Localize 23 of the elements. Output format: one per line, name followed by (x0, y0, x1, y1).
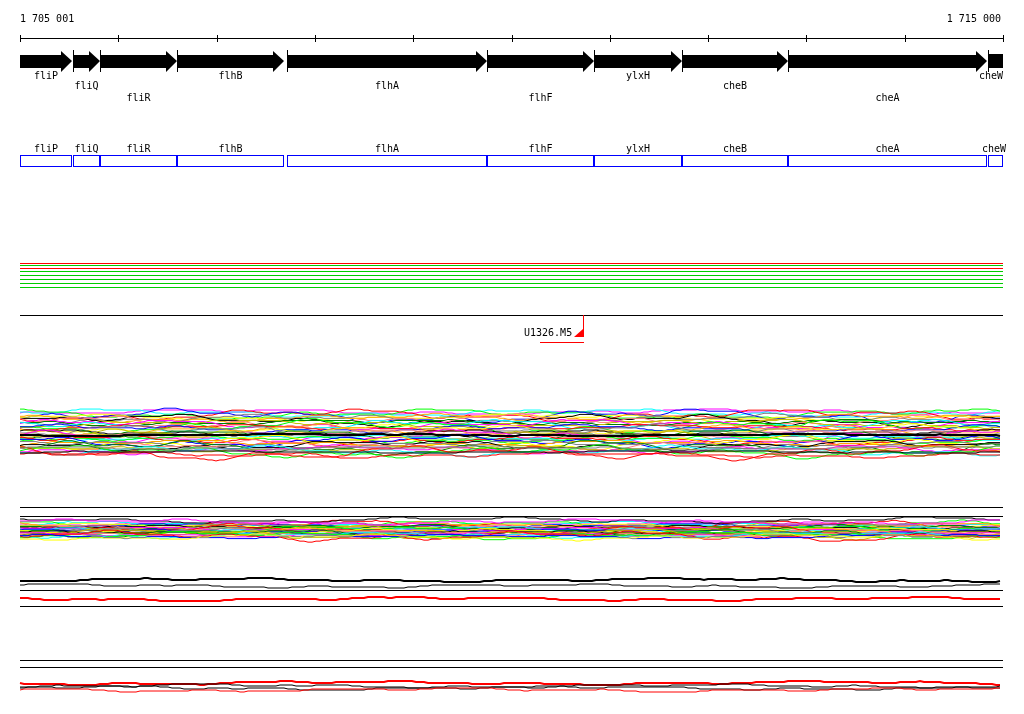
gene-label: cheW (978, 70, 1003, 81)
position-label: 1 705 001 (20, 13, 75, 24)
gene-label: cheA (875, 92, 900, 103)
marker-label: U1326.M5 (524, 327, 573, 338)
gene-label: cheA (875, 143, 900, 154)
gene-label: fliQ (74, 80, 99, 91)
gene-label: flhA (374, 80, 400, 91)
gene-label: flhA (374, 143, 400, 154)
position-label: 1 715 000 (946, 13, 1001, 24)
gene-label: ylxH (625, 70, 651, 81)
gene-label: ylxH (625, 143, 651, 154)
gene-label: fliR (126, 143, 151, 154)
gene-label: flhF (528, 92, 553, 103)
gene-label: cheB (722, 143, 748, 154)
gene-label: fliQ (74, 143, 99, 154)
gene-label: cheB (722, 80, 748, 91)
gene-label: fliP (33, 143, 59, 154)
gene-label: flhB (218, 143, 243, 154)
gene-label: fliP (33, 70, 59, 81)
gene-label: cheW (981, 143, 1006, 154)
gene-label: flhB (218, 70, 243, 81)
gene-label: fliR (126, 92, 151, 103)
gene-label: flhF (528, 143, 553, 154)
